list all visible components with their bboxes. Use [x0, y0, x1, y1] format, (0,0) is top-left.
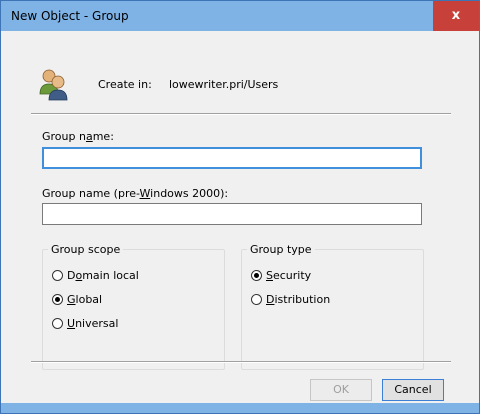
dialog-body: Create in: lowewriter.pri/Users Group na…: [1, 31, 479, 413]
window-bottom-border: [1, 403, 479, 413]
separator: [31, 361, 451, 363]
cancel-button[interactable]: Cancel: [382, 379, 444, 401]
pre-windows-2000-name-label: Group name (pre-Windows 2000):: [42, 187, 229, 200]
radio-global[interactable]: Global: [52, 292, 102, 308]
dialog-window: New Object - Group x Create in: lowewrit…: [0, 0, 480, 414]
radio-button[interactable]: [52, 270, 63, 281]
group-users-icon: [37, 67, 71, 101]
radio-security[interactable]: Security: [251, 268, 311, 284]
group-name-label: Group name:: [42, 130, 114, 143]
radio-button[interactable]: [52, 294, 63, 305]
radio-distribution[interactable]: Distribution: [251, 292, 330, 308]
radio-button[interactable]: [52, 318, 63, 329]
pre-windows-2000-name-input[interactable]: [42, 203, 422, 225]
create-in-path: lowewriter.pri/Users: [169, 78, 279, 91]
create-in-label: Create in:: [98, 78, 152, 91]
radio-domain-local[interactable]: Domain local: [52, 268, 139, 284]
radio-button[interactable]: [251, 294, 262, 305]
group-name-input[interactable]: [42, 147, 422, 169]
title-bar[interactable]: New Object - Group x: [1, 1, 479, 31]
group-scope-groupbox: Group scope Domain local Global Universa…: [42, 243, 225, 370]
radio-universal[interactable]: Universal: [52, 316, 118, 332]
separator: [31, 113, 451, 115]
window-title: New Object - Group: [11, 9, 129, 23]
close-button[interactable]: x: [433, 1, 479, 31]
radio-button[interactable]: [251, 270, 262, 281]
ok-button[interactable]: OK: [310, 379, 372, 401]
close-icon: x: [451, 8, 461, 23]
group-type-groupbox: Group type Security Distribution: [241, 243, 424, 370]
group-type-legend: Group type: [250, 243, 312, 256]
group-scope-legend: Group scope: [51, 243, 121, 256]
